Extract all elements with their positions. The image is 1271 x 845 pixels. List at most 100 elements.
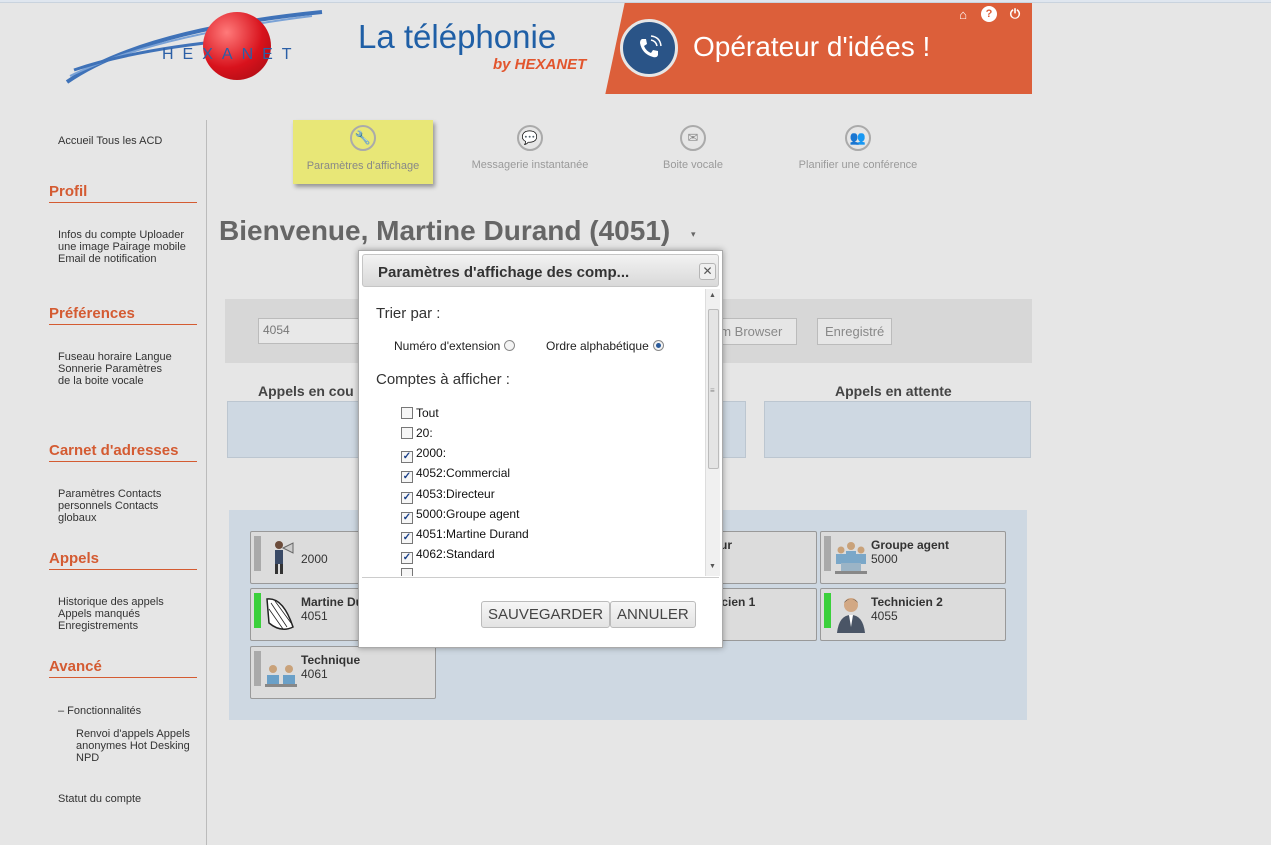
sidebar-item-renvoi-appels[interactable]: Renvoi d'appels: [76, 728, 154, 740]
home-icon[interactable]: ⌂: [955, 6, 971, 22]
header-icons: ⌂ ? ⏻: [955, 6, 1023, 22]
sidebar-item-pairage-mobile[interactable]: Pairage mobile: [112, 241, 185, 253]
sidebar-item-sonnerie[interactable]: Sonnerie: [58, 363, 102, 375]
contact-number: 2000: [301, 552, 328, 566]
checkbox[interactable]: ✓: [401, 492, 413, 504]
sidebar-item-accueil[interactable]: Accueil: [58, 135, 93, 147]
radio-extension[interactable]: [504, 340, 516, 351]
checkbox[interactable]: ✓: [401, 552, 413, 564]
sidebar-group-appels: Historique des appels Appels manqués Enr…: [58, 596, 198, 632]
sidebar-item-langue[interactable]: Langue: [135, 351, 172, 363]
account-checkbox[interactable]: ✓ 4052:Commercial: [401, 466, 510, 483]
radio-alphabetical[interactable]: [652, 340, 664, 351]
wrench-icon: 🔧: [350, 125, 376, 151]
dialog-scrollbar[interactable]: ▲ ≡ ▼: [705, 289, 720, 576]
extension-input[interactable]: 4054: [258, 318, 368, 344]
tab-label: Planifier une conférence: [798, 159, 918, 171]
account-checkbox[interactable]: ✓ 5000:Groupe agent: [401, 507, 519, 524]
radio-label: Ordre alphabétique: [546, 339, 649, 353]
checkbox-label: 4052:Commercial: [416, 466, 511, 480]
dialog-title: Paramètres d'affichage des comp...: [378, 264, 630, 281]
hexanet-logo[interactable]: HEXANET: [62, 10, 324, 90]
grip-icon: ≡: [710, 386, 715, 395]
display-settings-dialog: Paramètres d'affichage des comp... ✕ Tri…: [358, 250, 723, 648]
cancel-button[interactable]: ANNULER: [610, 601, 696, 628]
sidebar-item-statut-compte[interactable]: Statut du compte: [58, 793, 141, 805]
product-byline: by HEXANET: [493, 56, 587, 73]
sidebar-item-infos-du-compte[interactable]: Infos du compte: [58, 229, 136, 241]
sort-option-alphabetical[interactable]: Ordre alphabétique: [546, 339, 664, 353]
close-icon[interactable]: ✕: [699, 263, 716, 280]
tab-parametres-affichage[interactable]: 🔧 Paramètres d'affichage: [293, 120, 433, 184]
sidebar-group-avance: – Fonctionnalités: [58, 705, 198, 717]
sidebar-section-carnet: Carnet d'adresses: [49, 442, 197, 462]
account-checkbox[interactable]: 20:: [401, 426, 433, 440]
scroll-down-icon[interactable]: ▼: [709, 563, 716, 570]
scroll-up-icon[interactable]: ▲: [709, 292, 716, 299]
checkbox-label: Tout: [416, 406, 439, 420]
power-icon[interactable]: ⏻: [1007, 6, 1023, 22]
sidebar-group-statut: Statut du compte: [58, 793, 198, 805]
contact-name: Martine Du: [301, 595, 364, 609]
account-checkbox-partial[interactable]: [401, 567, 416, 576]
tab-planifier-conference[interactable]: 👥 Planifier une conférence: [787, 120, 929, 184]
sidebar-item-tous-les-acd[interactable]: Tous les ACD: [96, 135, 162, 147]
tab-boite-vocale[interactable]: ✉ Boite vocale: [623, 120, 763, 184]
contact-card[interactable]: Technicien 2 4055: [820, 588, 1006, 641]
contact-name: Groupe agent: [871, 538, 950, 552]
sidebar-item-fuseau-horaire[interactable]: Fuseau horaire: [58, 351, 132, 363]
contact-card[interactable]: Groupe agent 5000: [820, 531, 1006, 584]
sidebar-item-appels-manques[interactable]: Appels manqués: [58, 608, 140, 620]
tab-messagerie[interactable]: 💬 Messagerie instantanée: [460, 120, 600, 184]
sidebar-top-links: Accueil Tous les ACD: [58, 135, 198, 147]
sidebar-item-parametres[interactable]: Paramètres: [58, 488, 115, 500]
sidebar-section-appels: Appels: [49, 550, 197, 570]
sidebar-item-fonctionnalites[interactable]: – Fonctionnalités: [58, 705, 141, 717]
checkbox[interactable]: ✓: [401, 532, 413, 544]
sidebar-item-hot-desking[interactable]: Hot Desking: [130, 740, 190, 752]
dialog-separator: [362, 577, 719, 578]
checkbox[interactable]: [401, 568, 413, 576]
checkbox-label: 20:: [416, 426, 433, 440]
checkbox[interactable]: [401, 427, 413, 439]
help-icon[interactable]: ?: [981, 6, 997, 22]
radio-label: Numéro d'extension: [394, 339, 501, 353]
dialog-body: Trier par : Numéro d'extension Ordre alp…: [359, 291, 706, 576]
checkbox[interactable]: ✓: [401, 512, 413, 524]
sidebar-group-profil: Infos du compte Uploader une image Paira…: [58, 229, 198, 265]
sidebar-item-historique[interactable]: Historique des appels: [58, 596, 164, 608]
slogan: Opérateur d'idées !: [693, 31, 931, 62]
save-button[interactable]: SAUVEGARDER: [481, 601, 611, 628]
sidebar-item-npd[interactable]: NPD: [76, 752, 99, 764]
sort-option-extension[interactable]: Numéro d'extension: [394, 339, 516, 353]
account-checkbox[interactable]: ✓ 4053:Directeur: [401, 487, 495, 504]
agents-avatar-icon: [835, 542, 867, 574]
contact-card[interactable]: Technique 4061: [250, 646, 436, 699]
dialog-header[interactable]: Paramètres d'affichage des comp... ✕: [362, 254, 719, 287]
team-avatar-icon: [265, 665, 297, 687]
sidebar-item-email-notification[interactable]: Email de notification: [58, 253, 156, 265]
account-checkbox[interactable]: ✓ 4051:Martine Durand: [401, 527, 529, 544]
account-checkbox[interactable]: ✓ 4062:Standard: [401, 547, 495, 564]
contact-number: 4055: [871, 609, 898, 623]
waiting-calls-box: [764, 401, 1031, 458]
checkbox[interactable]: ✓: [401, 471, 413, 483]
sidebar-group-carnet: Paramètres Contacts personnels Contacts …: [58, 488, 198, 524]
chevron-down-icon[interactable]: ▾: [691, 229, 696, 240]
product-title: La téléphonie: [358, 18, 557, 55]
current-calls-title: Appels en cou: [258, 383, 354, 399]
person-avatar-icon: [837, 598, 865, 633]
registered-button[interactable]: Enregistré: [817, 318, 892, 345]
account-checkbox[interactable]: ✓ 2000:: [401, 446, 446, 463]
contact-number: 4061: [301, 667, 328, 681]
checkbox[interactable]: ✓: [401, 451, 413, 463]
envelope-icon: ✉: [680, 125, 706, 151]
status-indicator: [254, 536, 261, 571]
sidebar-group-preferences: Fuseau horaire Langue Sonnerie Paramètre…: [58, 351, 173, 387]
sidebar-section-profil: Profil: [49, 183, 197, 203]
account-checkbox[interactable]: Tout: [401, 406, 439, 420]
sidebar-item-enregistrements[interactable]: Enregistrements: [58, 620, 138, 632]
checkbox[interactable]: [401, 407, 413, 419]
tab-label: Boite vocale: [663, 159, 723, 171]
contact-number: 5000: [871, 552, 898, 566]
